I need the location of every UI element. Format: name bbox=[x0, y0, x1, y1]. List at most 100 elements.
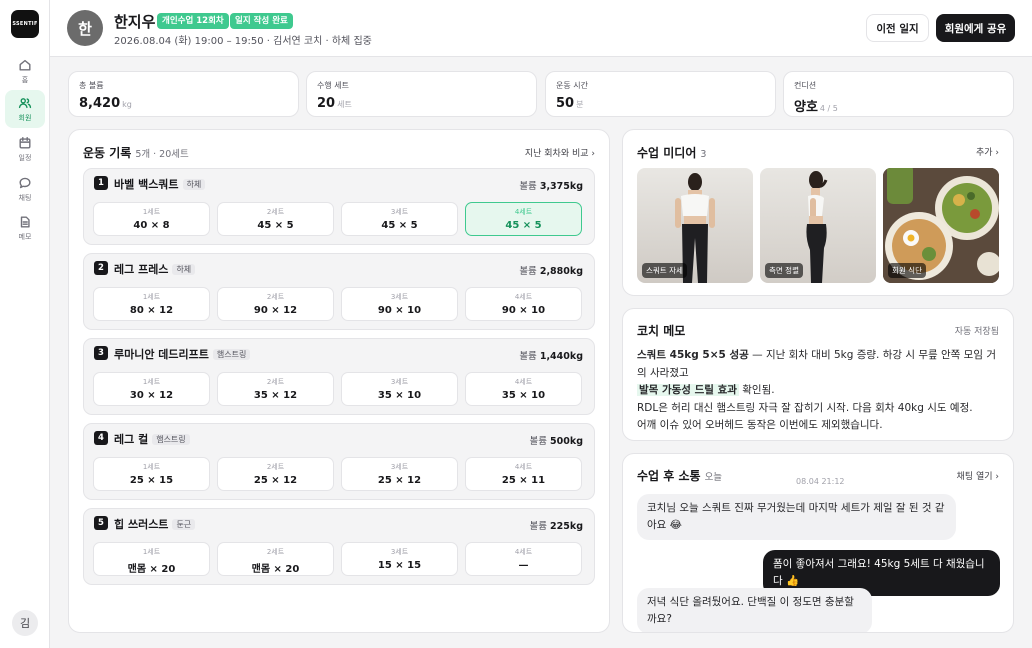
nav-item-schedule[interactable]: 일정 bbox=[5, 130, 45, 168]
open-chat-link[interactable]: 채팅 열기 › bbox=[957, 469, 999, 482]
set-value: 25 × 15 bbox=[129, 475, 174, 486]
member-avatar: 한 bbox=[67, 10, 103, 46]
set-cell[interactable]: 4세트 — bbox=[465, 542, 582, 576]
exercise-block[interactable]: 4 레그 컬 햄스트링 볼륨 500kg 1세트 25 × 15 2세트 25 × 12 3세트… bbox=[83, 423, 595, 500]
set-cell[interactable]: 3세트 25 × 12 bbox=[341, 457, 458, 491]
stat-value: 양호 bbox=[794, 100, 818, 115]
set-cell[interactable]: 3세트 15 × 15 bbox=[341, 542, 458, 576]
stat-condition: 컨디션 양호 4 / 5 bbox=[783, 71, 1014, 117]
exercise-tag: 햄스트링 bbox=[152, 434, 190, 445]
set-label: 1세트 bbox=[142, 208, 161, 216]
user-avatar[interactable]: 김 bbox=[12, 610, 38, 636]
set-value: 25 × 12 bbox=[377, 475, 422, 486]
set-cell[interactable]: 1세트 80 × 12 bbox=[93, 287, 210, 321]
workout-summary: 5개 · 20세트 bbox=[135, 149, 189, 160]
media-count: 3 bbox=[700, 149, 707, 160]
media-label: 측면 정렬 bbox=[765, 263, 803, 278]
set-label: 2세트 bbox=[266, 378, 285, 386]
set-cell[interactable]: 2세트 25 × 12 bbox=[217, 457, 334, 491]
set-value: 80 × 12 bbox=[129, 305, 174, 316]
add-media-link[interactable]: 추가 › bbox=[976, 145, 999, 158]
media-thumb-meal[interactable]: 회원 식단 bbox=[883, 168, 999, 283]
set-label: 3세트 bbox=[390, 293, 409, 301]
memo-bold: 스쿼트 45kg 5×5 성공 bbox=[637, 349, 749, 361]
nav-item-home[interactable]: 홈 bbox=[5, 52, 45, 90]
exercise-number: 5 bbox=[94, 516, 108, 530]
set-value: 맨몸 × 20 bbox=[251, 564, 300, 575]
set-cell[interactable]: 1세트 맨몸 × 20 bbox=[93, 542, 210, 576]
exercise-tag: 하체 bbox=[182, 179, 206, 190]
prev-log-button[interactable]: 이전 일지 bbox=[866, 14, 929, 42]
document-icon bbox=[20, 215, 30, 228]
app-logo[interactable]: SSENTIF bbox=[11, 10, 39, 38]
set-value: 25 × 12 bbox=[253, 475, 298, 486]
set-cell[interactable]: 4세트 25 × 11 bbox=[465, 457, 582, 491]
set-cell[interactable]: 4세트 90 × 10 bbox=[465, 287, 582, 321]
set-cell[interactable]: 2세트 35 × 12 bbox=[217, 372, 334, 406]
memo-body[interactable]: 스쿼트 45kg 5×5 성공 — 지난 회차 대비 5kg 증량. 하강 시 … bbox=[637, 347, 1002, 435]
stat-label: 총 볼륨 bbox=[79, 81, 104, 90]
set-label: 3세트 bbox=[390, 378, 409, 386]
media-thumb-side[interactable]: 측면 정렬 bbox=[760, 168, 876, 283]
set-cell[interactable]: 3세트 90 × 10 bbox=[341, 287, 458, 321]
stat-label: 컨디션 bbox=[794, 81, 817, 90]
users-icon bbox=[18, 97, 32, 108]
memo-title: 코치 메모 bbox=[637, 324, 686, 338]
nav-item-chat[interactable]: 채팅 bbox=[5, 170, 45, 208]
chat-timestamp: 08.04 21:12 bbox=[796, 477, 845, 486]
exercise-block[interactable]: 2 레그 프레스 하체 볼륨 2,880kg 1세트 80 × 12 2세트 90 × 12 3… bbox=[83, 253, 595, 330]
stat-label: 운동 시간 bbox=[556, 81, 588, 90]
exercise-block[interactable]: 3 루마니안 데드리프트 햄스트링 볼륨 1,440kg 1세트 30 × 12 2세트 35… bbox=[83, 338, 595, 415]
set-cell[interactable]: 4세트 35 × 10 bbox=[465, 372, 582, 406]
nav-item-members[interactable]: 회원 bbox=[5, 90, 45, 128]
set-cell[interactable]: 2세트 90 × 12 bbox=[217, 287, 334, 321]
set-value: 90 × 12 bbox=[253, 305, 298, 316]
exercise-block[interactable]: 5힙 쓰러스트 둔근 볼륨 225kg 1세트 맨몸 × 20 2세트 맨몸 × 20 3세트… bbox=[83, 508, 595, 585]
nav-rail: SSENTIF 홈 회원 일정 채팅 메모 김 bbox=[0, 0, 50, 648]
stat-total-volume: 총 볼륨 8,420 kg bbox=[68, 71, 299, 117]
set-value: 45 × 5 bbox=[257, 220, 294, 231]
set-cell[interactable]: 1세트 25 × 15 bbox=[93, 457, 210, 491]
status-badge: 일지 작성 완료 bbox=[230, 13, 293, 29]
set-label: 2세트 bbox=[266, 463, 285, 471]
session-info: 2026.08.04 (화) 19:00 – 19:50 · 김서연 코치 · … bbox=[114, 36, 372, 47]
set-label: 1세트 bbox=[142, 548, 161, 556]
memo-text: 확인됨. bbox=[738, 384, 775, 396]
set-label: 4세트 bbox=[514, 548, 533, 556]
stat-unit: 4 / 5 bbox=[819, 104, 838, 113]
set-cell[interactable]: 1세트 30 × 12 bbox=[93, 372, 210, 406]
set-label: 2세트 bbox=[266, 208, 285, 216]
set-label: 4세트 bbox=[514, 463, 533, 471]
set-cell[interactable]: 3세트 35 × 10 bbox=[341, 372, 458, 406]
set-cell[interactable]: 3세트 45 × 5 bbox=[341, 202, 458, 236]
exercise-tag: 둔근 bbox=[172, 519, 196, 530]
set-label: 3세트 bbox=[390, 463, 409, 471]
media-label: 스쿼트 자세 bbox=[642, 263, 687, 278]
set-label: 4세트 bbox=[514, 293, 533, 301]
workout-log-card: 운동 기록 5개 · 20세트 지난 회차와 비교 › 1 바벨 백스쿼트 하체 볼륨 … bbox=[68, 129, 610, 633]
compare-link[interactable]: 지난 회차와 비교 › bbox=[525, 146, 595, 159]
set-label: 3세트 bbox=[390, 548, 409, 556]
exercise-name: 힙 쓰러스트 둔근 bbox=[114, 516, 196, 532]
set-label: 4세트 bbox=[514, 208, 533, 216]
exercise-number: 4 bbox=[94, 431, 108, 445]
session-badge: 개인수업 12회차 bbox=[157, 13, 229, 29]
stat-value: 20 bbox=[317, 96, 336, 111]
exercise-number: 3 bbox=[94, 346, 108, 360]
set-cell[interactable]: 1세트 40 × 8 bbox=[93, 202, 210, 236]
nav-item-memo[interactable]: 메모 bbox=[5, 209, 45, 247]
set-value: 35 × 12 bbox=[253, 390, 298, 401]
chat-message-member: 코치님 오늘 스쿼트 진짜 무거웠는데 마지막 세트가 제일 잘 된 것 같아요… bbox=[637, 494, 956, 540]
stat-label: 수행 세트 bbox=[317, 81, 349, 90]
set-cell[interactable]: 2세트 45 × 5 bbox=[217, 202, 334, 236]
memo-highlight: 발목 가동성 드릴 효과 bbox=[637, 384, 739, 396]
share-button[interactable]: 회원에게 공유 bbox=[936, 14, 1015, 42]
memo-text: 어깨 이슈 있어 오버헤드 동작은 이번에도 제외했습니다. bbox=[637, 419, 883, 431]
stat-value: 8,420 bbox=[79, 96, 121, 111]
set-cell[interactable]: 2세트 맨몸 × 20 bbox=[217, 542, 334, 576]
media-thumb-squat[interactable]: 스쿼트 자세 bbox=[637, 168, 753, 283]
page-header: 한 한지우 개인수업 12회차 일지 작성 완료 2026.08.04 (화) … bbox=[50, 0, 1032, 57]
exercise-number: 2 bbox=[94, 261, 108, 275]
exercise-block[interactable]: 1 바벨 백스쿼트 하체 볼륨 3,375kg 1세트 40 × 8 2세트 45 × 5 3세… bbox=[83, 168, 595, 245]
set-cell[interactable]: 4세트 45 × 5 bbox=[465, 202, 582, 236]
